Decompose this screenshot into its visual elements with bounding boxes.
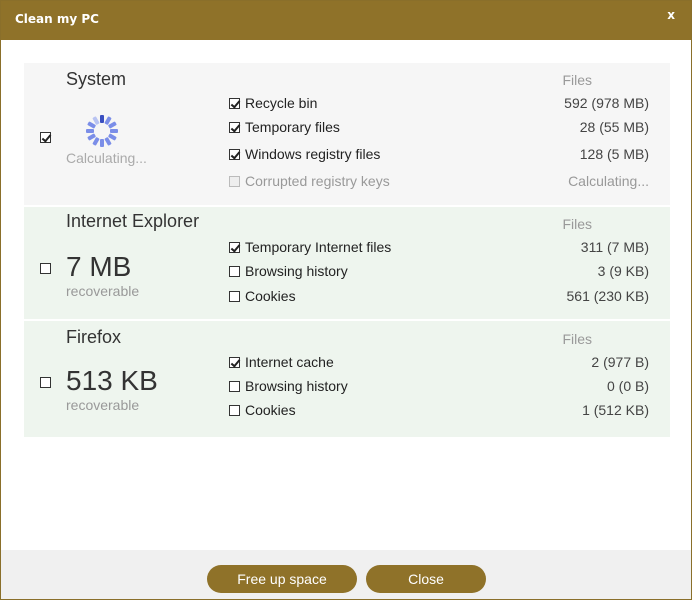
footer-bar: Free up space Close bbox=[1, 550, 691, 599]
temp-internet-files-checkbox[interactable] bbox=[229, 242, 240, 253]
item-value: 311 (7 MB) bbox=[580, 239, 649, 255]
close-icon[interactable]: x bbox=[667, 8, 675, 22]
list-item: Temporary files 28 (55 MB) bbox=[229, 119, 649, 137]
item-label: Cookies bbox=[245, 402, 296, 418]
list-item: Temporary Internet files 311 (7 MB) bbox=[229, 239, 649, 257]
list-item: Cookies 1 (512 KB) bbox=[229, 402, 649, 420]
item-label: Browsing history bbox=[245, 378, 348, 394]
item-label: Temporary Internet files bbox=[245, 239, 392, 255]
clean-my-pc-window: Clean my PC x System Files Calculating..… bbox=[0, 0, 692, 600]
list-item: Corrupted registry keys Calculating... bbox=[229, 173, 649, 191]
firefox-cookies-checkbox[interactable] bbox=[229, 405, 240, 416]
recoverable-label: recoverable bbox=[66, 283, 140, 299]
item-value: 1 (512 KB) bbox=[582, 402, 649, 418]
list-item: Browsing history 3 (9 KB) bbox=[229, 263, 649, 281]
item-label: Temporary files bbox=[245, 119, 340, 135]
list-item: Internet cache 2 (977 B) bbox=[229, 354, 649, 372]
free-up-space-button[interactable]: Free up space bbox=[207, 565, 357, 593]
section-title: Internet Explorer bbox=[66, 211, 200, 231]
item-value: 28 (55 MB) bbox=[579, 119, 649, 135]
loading-spinner-icon bbox=[86, 115, 118, 147]
ie-history-checkbox[interactable] bbox=[229, 266, 240, 277]
item-label: Browsing history bbox=[245, 263, 348, 279]
title-bar: Clean my PC x bbox=[1, 1, 691, 40]
ie-checkbox[interactable] bbox=[40, 263, 51, 274]
firefox-history-checkbox[interactable] bbox=[229, 381, 240, 392]
recoverable-label: recoverable bbox=[66, 397, 140, 413]
section-system: System Files Calculating... Recycle bin bbox=[24, 63, 670, 205]
list-item: Browsing history 0 (0 B) bbox=[229, 378, 649, 396]
list-item: Windows registry files 128 (5 MB) bbox=[229, 146, 649, 164]
list-item: Cookies 561 (230 KB) bbox=[229, 288, 649, 306]
item-value: 3 (9 KB) bbox=[597, 263, 649, 279]
registry-files-checkbox[interactable] bbox=[229, 149, 240, 160]
section-title: System bbox=[66, 69, 127, 89]
files-header: Files bbox=[562, 72, 592, 88]
recoverable-size: 7 MB bbox=[66, 251, 132, 282]
window-title: Clean my PC bbox=[15, 12, 99, 26]
item-value: 0 (0 B) bbox=[606, 378, 649, 394]
item-label: Internet cache bbox=[245, 354, 334, 370]
temporary-files-checkbox[interactable] bbox=[229, 122, 240, 133]
item-label: Recycle bin bbox=[245, 95, 318, 111]
close-button[interactable]: Close bbox=[366, 565, 486, 593]
item-value: Calculating... bbox=[568, 173, 649, 189]
files-header: Files bbox=[562, 331, 592, 347]
item-value: 592 (978 MB) bbox=[564, 95, 649, 111]
firefox-checkbox[interactable] bbox=[40, 377, 51, 388]
item-label: Corrupted registry keys bbox=[245, 173, 390, 189]
list-item: Recycle bin 592 (978 MB) bbox=[229, 95, 649, 113]
recoverable-size: 513 KB bbox=[66, 365, 158, 396]
item-value: 2 (977 B) bbox=[591, 354, 649, 370]
corrupted-keys-checkbox bbox=[229, 176, 240, 187]
section-internet-explorer: Internet Explorer Files 7 MB recoverable… bbox=[24, 207, 670, 319]
calculating-status: Calculating... bbox=[66, 150, 147, 166]
internet-cache-checkbox[interactable] bbox=[229, 357, 240, 368]
item-value: 561 (230 KB) bbox=[566, 288, 650, 304]
item-label: Cookies bbox=[245, 288, 296, 304]
section-firefox: Firefox Files 513 KB recoverable Interne… bbox=[24, 321, 670, 437]
item-value: 128 (5 MB) bbox=[579, 146, 649, 162]
system-checkbox[interactable] bbox=[40, 132, 51, 143]
ie-cookies-checkbox[interactable] bbox=[229, 291, 240, 302]
section-title: Firefox bbox=[66, 327, 122, 347]
files-header: Files bbox=[562, 216, 592, 232]
recycle-bin-checkbox[interactable] bbox=[229, 98, 240, 109]
item-label: Windows registry files bbox=[245, 146, 381, 162]
